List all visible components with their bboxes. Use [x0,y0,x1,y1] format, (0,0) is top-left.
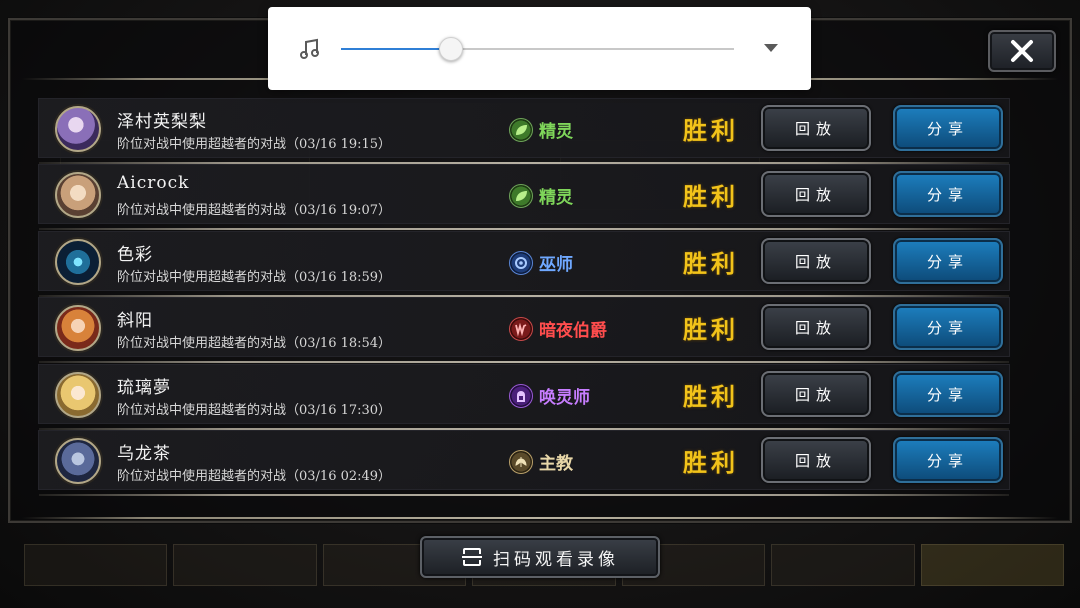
tombstone-icon [509,383,533,408]
match-row: Aicrock 阶位对战中使用超越者的对战（03/16 19:07） 精灵 胜利… [38,164,1010,230]
match-description: 阶位对战中使用超越者的对战（03/16 19:07） [117,203,392,218]
volume-slider-thumb[interactable] [439,37,464,61]
share-button[interactable]: 分享 [893,171,1003,217]
row-divider [39,361,1009,363]
player-avatar [55,372,101,418]
close-button[interactable] [988,30,1056,72]
player-avatar [55,239,101,285]
result-text: 胜利 [683,116,739,145]
class-name: 精灵 [539,188,573,208]
bg-nav-item [173,544,317,586]
player-avatar [55,172,101,218]
row-divider [39,228,1009,230]
class-name: 主教 [539,454,573,474]
class-name: 唤灵师 [539,388,590,408]
class-name: 精灵 [539,122,573,142]
player-avatar [55,438,101,484]
replay-button[interactable]: 回放 [761,238,871,284]
volume-slider-fill [341,48,452,50]
scan-qr-button[interactable]: 扫码观看录像 [420,536,660,578]
fang-icon [509,316,533,341]
class-name: 暗夜伯爵 [539,321,607,341]
scan-icon [462,548,482,566]
result-text: 胜利 [683,382,739,411]
bg-nav-item [920,544,1064,586]
chevron-down-icon[interactable] [762,41,780,55]
class-tag: 精灵 [509,117,573,142]
replay-button[interactable]: 回放 [761,304,871,350]
match-description: 阶位对战中使用超越者的对战（03/16 17:30） [117,403,392,418]
volume-slider[interactable] [341,48,734,50]
wings-icon [509,449,533,474]
replay-button[interactable]: 回放 [761,371,871,417]
player-name: 乌龙茶 [117,444,171,464]
music-note-icon [300,38,319,59]
player-avatar [55,106,101,152]
player-name: 色彩 [117,245,153,265]
result-text: 胜利 [683,249,739,278]
share-button[interactable]: 分享 [893,371,1003,417]
match-row: 斜阳 阶位对战中使用超越者的对战（03/16 18:54） 暗夜伯爵 胜利 回放… [38,297,1010,363]
bottom-divider [22,517,1058,519]
class-tag: 暗夜伯爵 [509,316,607,341]
leaf-icon [509,183,533,208]
share-button[interactable]: 分享 [893,105,1003,151]
bg-nav-item [771,544,915,586]
class-tag: 主教 [509,449,573,474]
class-tag: 唤灵师 [509,383,590,408]
leaf-icon [509,117,533,142]
share-button[interactable]: 分享 [893,304,1003,350]
class-tag: 精灵 [509,183,573,208]
match-row: 琉璃夢 阶位对战中使用超越者的对战（03/16 17:30） 唤灵师 胜利 回放… [38,364,1010,430]
class-name: 巫师 [539,255,573,275]
player-name: 斜阳 [117,311,153,331]
player-avatar [55,305,101,351]
scan-button-label: 扫码观看录像 [493,549,619,570]
replay-button[interactable]: 回放 [761,437,871,483]
match-description: 阶位对战中使用超越者的对战（03/16 18:54） [117,336,392,351]
player-name: 琉璃夢 [117,378,171,398]
match-row: 泽村英梨梨 阶位对战中使用超越者的对战（03/16 19:15） 精灵 胜利 回… [38,98,1010,164]
player-name: 泽村英梨梨 [117,112,207,132]
result-text: 胜利 [683,315,739,344]
replay-button[interactable]: 回放 [761,171,871,217]
close-icon [1011,40,1033,62]
match-description: 阶位对战中使用超越者的对战（03/16 18:59） [117,270,392,285]
match-description: 阶位对战中使用超越者的对战（03/16 19:15） [117,137,392,152]
share-button[interactable]: 分享 [893,238,1003,284]
match-row: 色彩 阶位对战中使用超越者的对战（03/16 18:59） 巫师 胜利 回放 分… [38,231,1010,297]
volume-popup [268,7,811,90]
rune-icon [509,250,533,275]
player-name: Aicrock [117,173,190,193]
class-tag: 巫师 [509,250,573,275]
match-row: 乌龙茶 阶位对战中使用超越者的对战（03/16 02:49） 主教 胜利 回放 … [38,430,1010,496]
match-description: 阶位对战中使用超越者的对战（03/16 02:49） [117,469,392,484]
result-text: 胜利 [683,448,739,477]
bg-nav-item [24,544,168,586]
row-divider [39,494,1009,496]
result-text: 胜利 [683,182,739,211]
share-button[interactable]: 分享 [893,437,1003,483]
replay-button[interactable]: 回放 [761,105,871,151]
